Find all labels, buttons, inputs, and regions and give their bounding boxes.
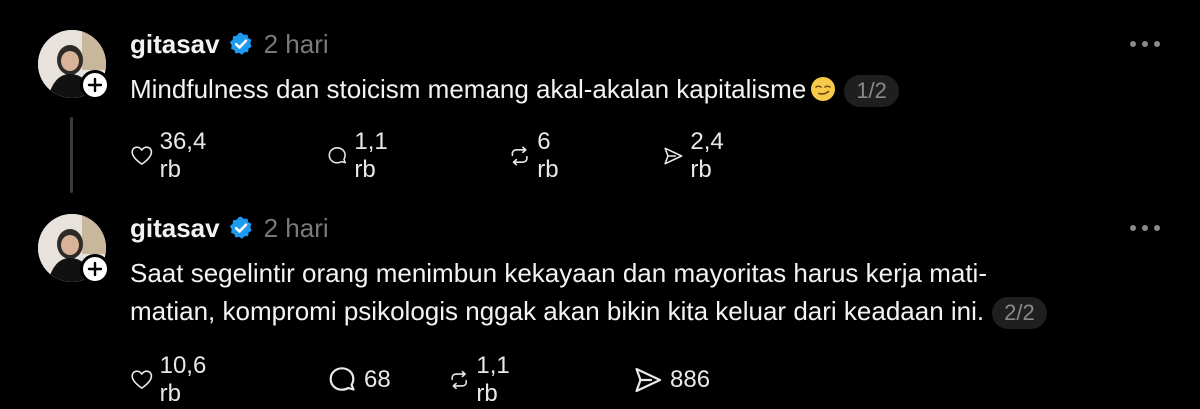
repost-button[interactable]: 1,1 rb (448, 352, 519, 407)
post-header: gitasav 2 hari (130, 210, 329, 246)
post-text-line-2: matian, kompromi psikologis nggak akan b… (130, 292, 1047, 330)
share-button[interactable]: 886 (632, 362, 710, 398)
share-icon (635, 367, 662, 393)
like-button[interactable]: 10,6 rb (130, 352, 215, 407)
reply-button[interactable]: 68 (326, 362, 391, 398)
repost-icon (451, 370, 467, 390)
follow-plus-button[interactable] (80, 254, 110, 284)
avatar[interactable] (38, 214, 110, 284)
more-icon[interactable] (1130, 225, 1160, 231)
thread-page-badge: 2/2 (992, 297, 1047, 330)
post-time: 2 hari (263, 212, 329, 243)
post-text-line-2-body: matian, kompromi psikologis nggak akan b… (130, 296, 985, 326)
heart-icon (131, 370, 153, 389)
username[interactable]: gitasav (130, 213, 220, 244)
like-count: 10,6 rb (159, 352, 207, 407)
plus-icon (87, 261, 103, 277)
comment-icon (329, 367, 355, 391)
post-text: Saat segelintir orang menimbun kekayaan … (130, 254, 1047, 330)
thread-post-2: gitasav 2 hari Saat segelintir orang men… (0, 0, 1200, 409)
post-text-line-1: Saat segelintir orang menimbun kekayaan … (130, 258, 987, 288)
share-count: 886 (670, 366, 711, 393)
verified-icon (229, 216, 252, 239)
reply-count: 68 (364, 366, 391, 393)
repost-count: 1,1 rb (476, 352, 510, 407)
